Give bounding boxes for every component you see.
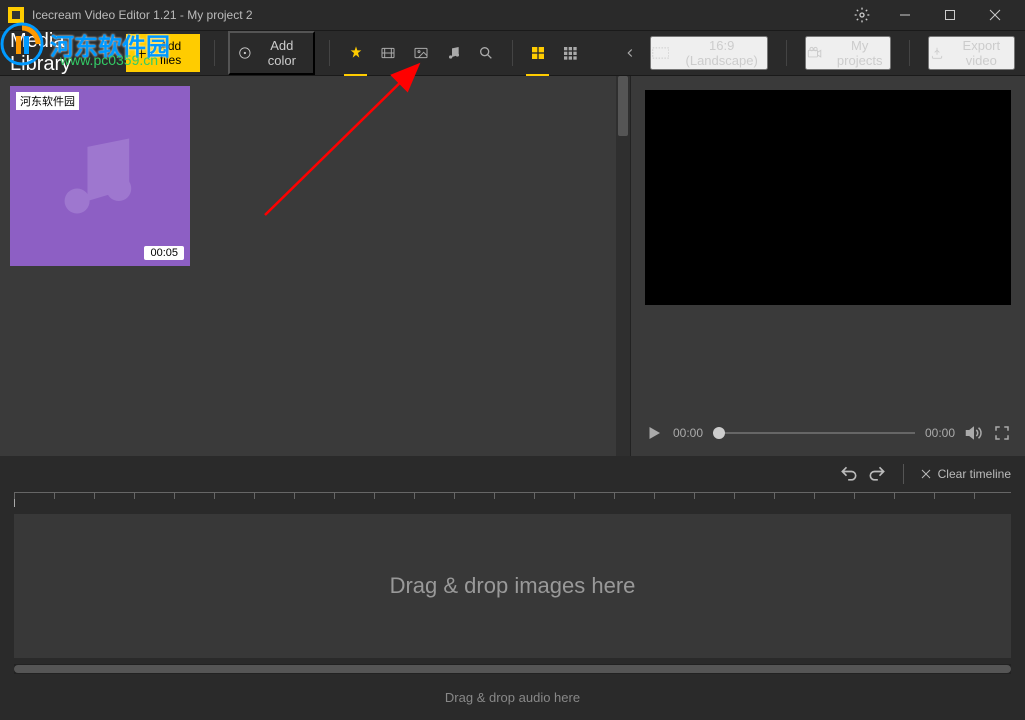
timeline: Drag & drop images here Drag & drop audi… (0, 492, 1025, 720)
separator (512, 40, 513, 66)
timeline-scrollbar[interactable] (14, 664, 1011, 674)
plus-icon: ＋ (136, 45, 148, 62)
scrollbar-thumb[interactable] (618, 76, 628, 136)
filter-image-button[interactable] (410, 40, 433, 66)
maximize-button[interactable] (927, 0, 972, 30)
toolbar: Media Library ＋ Add files Add color (0, 30, 1025, 76)
preview-video[interactable] (645, 90, 1011, 305)
play-button[interactable] (645, 424, 663, 442)
clear-timeline-button[interactable]: Clear timeline (920, 467, 1011, 481)
my-projects-label: My projects (831, 38, 889, 68)
audio-track[interactable]: Drag & drop audio here (14, 682, 1011, 712)
app-icon (8, 7, 24, 23)
redo-button[interactable] (867, 464, 887, 484)
window-title: Icecream Video Editor 1.21 - My project … (32, 8, 842, 22)
ruler-ticks (14, 493, 1011, 499)
undo-button[interactable] (839, 464, 859, 484)
media-library-label: Media Library (10, 30, 116, 76)
add-color-button[interactable]: Add color (228, 31, 315, 75)
add-color-label: Add color (258, 38, 305, 68)
seek-bar[interactable] (713, 432, 915, 434)
clear-timeline-label: Clear timeline (938, 467, 1011, 481)
aspect-icon (652, 46, 670, 60)
thumbnail-duration: 00:05 (144, 246, 184, 260)
timeline-header: Clear timeline (0, 456, 1025, 492)
view-large-grid-button[interactable] (526, 40, 549, 66)
preview-controls: 00:00 00:00 (645, 424, 1011, 442)
filter-audio-button[interactable] (442, 40, 465, 66)
camera-icon (807, 45, 823, 61)
filter-video-button[interactable] (377, 40, 400, 66)
volume-button[interactable] (965, 424, 983, 442)
separator (909, 40, 910, 66)
separator (329, 40, 330, 66)
filter-all-button[interactable] (344, 40, 367, 66)
aspect-label: 16:9 (Landscape) (677, 38, 766, 68)
video-track-placeholder: Drag & drop images here (390, 573, 636, 599)
close-button[interactable] (972, 0, 1017, 30)
toolbar-right: 16:9 (Landscape) My projects Export vide… (650, 36, 1015, 70)
music-note-icon (50, 126, 150, 226)
export-icon (930, 45, 944, 61)
separator (903, 464, 904, 484)
main-area: 河东软件园 00:05 00:00 00:00 (0, 76, 1025, 456)
seek-knob[interactable] (713, 427, 725, 439)
add-files-button[interactable]: ＋ Add files (126, 34, 200, 72)
close-icon (920, 468, 932, 480)
export-label: Export video (950, 38, 1013, 68)
aspect-ratio-button[interactable]: 16:9 (Landscape) (650, 36, 768, 70)
timeline-ruler[interactable] (14, 492, 1011, 510)
search-button[interactable] (475, 40, 498, 66)
media-thumbnail[interactable]: 河东软件园 00:05 (10, 86, 190, 266)
timeline-scrollbar-thumb[interactable] (14, 665, 1011, 673)
audio-track-placeholder: Drag & drop audio here (445, 690, 580, 705)
add-files-label: Add files (152, 39, 190, 67)
color-wheel-icon (238, 45, 252, 61)
minimize-button[interactable] (882, 0, 927, 30)
undo-redo-group (839, 464, 887, 484)
video-track[interactable]: Drag & drop images here (14, 514, 1011, 658)
settings-button[interactable] (842, 7, 882, 23)
my-projects-button[interactable]: My projects (805, 36, 891, 70)
toolbar-left: Media Library ＋ Add files Add color (10, 30, 642, 76)
separator (786, 40, 787, 66)
preview-panel: 00:00 00:00 (630, 76, 1025, 456)
view-small-grid-button[interactable] (559, 40, 582, 66)
total-time: 00:00 (925, 426, 955, 440)
fullscreen-button[interactable] (993, 424, 1011, 442)
separator (214, 40, 215, 66)
export-video-button[interactable]: Export video (928, 36, 1015, 70)
library-scrollbar[interactable] (616, 76, 630, 456)
current-time: 00:00 (673, 426, 703, 440)
media-library-panel[interactable]: 河东软件园 00:05 (0, 76, 630, 456)
collapse-button[interactable] (619, 40, 642, 66)
thumbnail-tag: 河东软件园 (16, 92, 79, 110)
titlebar: Icecream Video Editor 1.21 - My project … (0, 0, 1025, 30)
window-controls (882, 0, 1017, 30)
